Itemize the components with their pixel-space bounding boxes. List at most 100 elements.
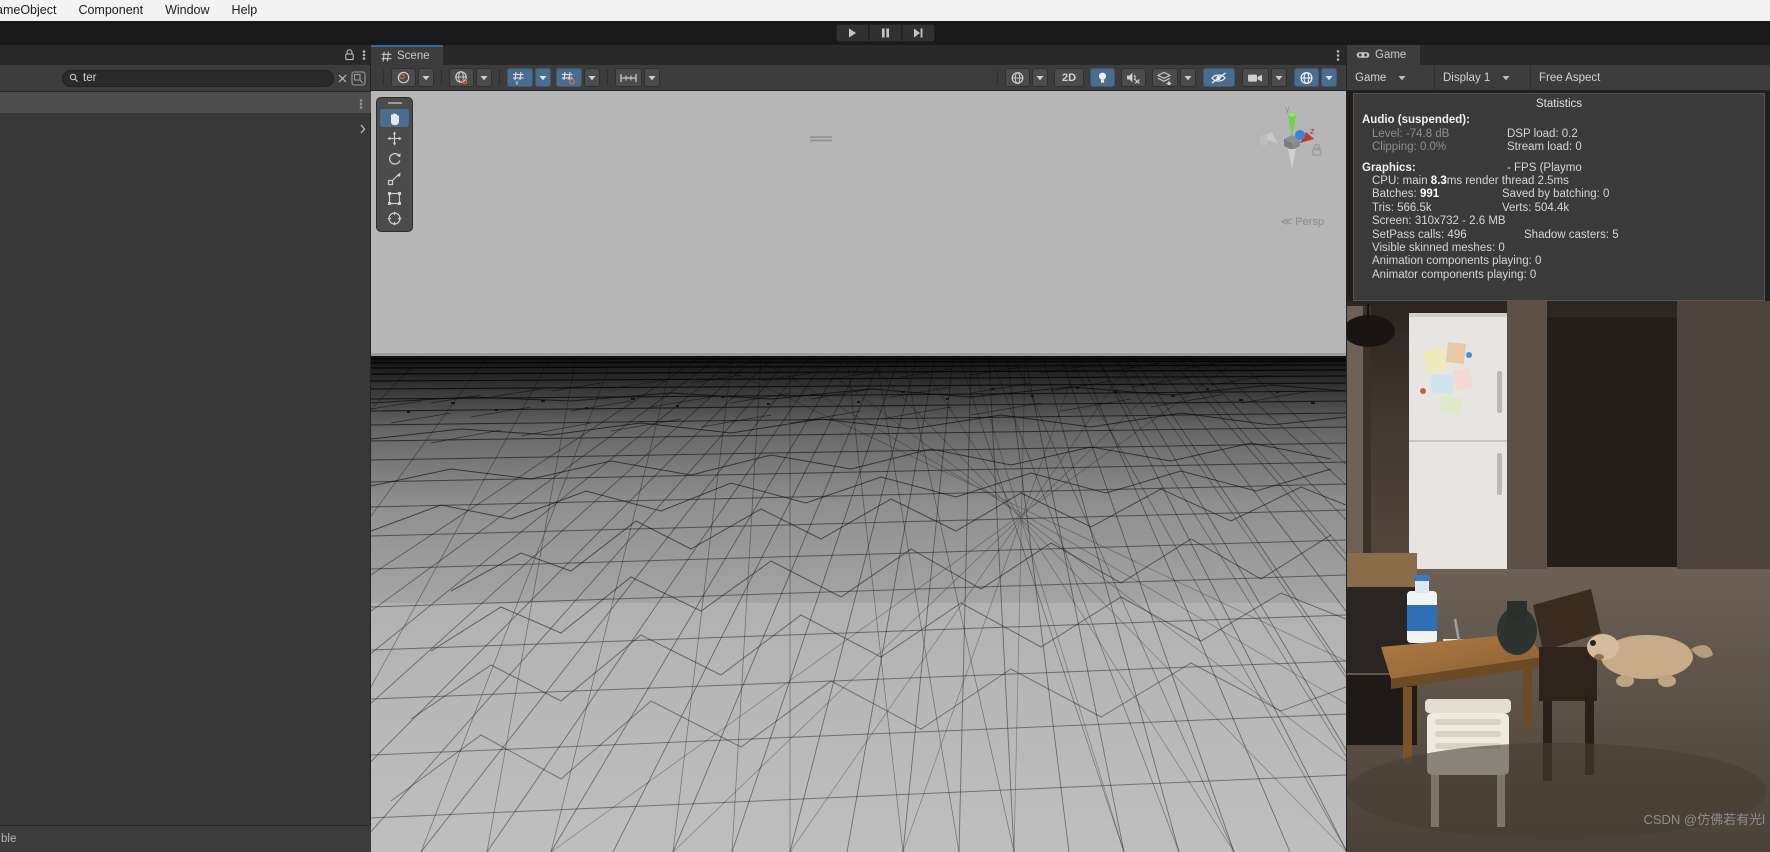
game-target-label: Game [1355,71,1387,84]
lock-icon[interactable] [344,49,355,61]
clear-search-icon[interactable] [338,74,347,83]
scene-kebab-icon[interactable] [1336,49,1340,62]
rect-transform-tool[interactable] [380,189,409,207]
eye-off-icon [1210,71,1226,84]
menu-help[interactable]: Help [221,0,269,21]
display-dropdown[interactable]: Display 1 [1435,64,1531,91]
playmode-controls [835,24,935,42]
hierarchy-tabbar [0,45,370,65]
batches-prefix: Batches: [1372,188,1420,201]
pause-icon [881,28,889,38]
globe-icon [455,70,468,84]
play-icon [848,28,856,38]
play-button[interactable] [835,24,869,42]
scene-visibility-arrow[interactable] [1032,68,1048,87]
toggle-2d-label: 2D [1061,71,1077,84]
scale-tool[interactable] [380,169,409,187]
scene-view-tools [376,97,413,232]
scene-visibility-eye[interactable] [1203,68,1235,87]
hierarchy-expand-arrow[interactable] [357,120,367,138]
setpass-stat: SetPass calls: 496 Shadow casters: 5 [1362,229,1756,242]
transform-combined-tool[interactable] [380,209,409,227]
menu-component[interactable]: Component [67,0,154,21]
scene-view-camera-mode[interactable] [449,68,474,87]
scene-viewport[interactable]: y z x ≪ Persp [371,91,1346,852]
fx-dropdown[interactable] [1152,68,1178,87]
snap-increment-group [615,68,660,87]
fx-layers-icon [1157,71,1172,85]
gizmos-arrow[interactable] [1321,68,1337,87]
saved-by-batching: Saved by batching: 0 [1502,188,1610,201]
move-tool[interactable] [380,129,409,147]
fx-arrow[interactable] [1180,68,1196,87]
draw-mode-group [391,68,434,87]
toolbar-separator [997,70,998,85]
snap-increment-arrow[interactable] [644,68,660,87]
game-view[interactable]: Statistics Audio (suspended): Level: -74… [1347,91,1770,852]
game-target-dropdown[interactable]: Game [1347,64,1435,91]
scene-camera-arrow[interactable] [476,68,492,87]
gizmo-lock-icon[interactable] [1311,143,1324,157]
display-label: Display 1 [1443,71,1491,84]
perspective-label[interactable]: ≪ Persp [1281,215,1324,228]
save-search-icon[interactable] [351,70,366,86]
kebab-menu-icon[interactable] [362,48,366,62]
animator-components: Animator components playing: 0 [1372,268,1537,281]
hand-tool[interactable] [380,109,409,127]
rotate-tool[interactable] [380,149,409,167]
gizmo-axis-y-label: y [1285,104,1290,114]
transform-combined-icon [387,211,402,225]
search-icon [69,73,79,83]
svg-text:y: y [516,80,519,85]
gizmos-toggle[interactable] [1294,68,1319,87]
grid-snap-toggle[interactable] [556,68,582,87]
aspect-dropdown[interactable]: Free Aspect [1531,65,1608,91]
draw-mode-arrow[interactable] [418,68,434,87]
scene-grid-icon [381,51,392,61]
search-value: ter [83,72,97,84]
tab-scene[interactable]: Scene [371,45,443,65]
camera-arrow[interactable] [1271,68,1287,87]
pause-button[interactable] [868,24,902,42]
menu-bar: ameObject Component Window Help [0,0,1770,21]
scene-visibility-toggle[interactable] [1005,68,1030,87]
view-tools-drag-handle[interactable] [387,102,402,104]
toggle-scene-lighting[interactable] [1090,68,1115,87]
search-input[interactable]: ter [62,69,334,87]
gizmo-globe-icon [1300,71,1313,84]
grid-arrow[interactable] [535,68,551,87]
fx-group [1152,68,1196,87]
gizmo-axis-z-label: z [1310,126,1315,136]
grid-snap-group [556,68,600,87]
hierarchy-panel: ter ble [0,45,371,852]
cpu-prefix: CPU: main [1372,175,1431,188]
toolbar-separator [499,70,500,85]
menu-gameobject[interactable]: ameObject [0,0,67,21]
toggle-2d-view[interactable]: 2D [1054,68,1084,87]
toggle-audio[interactable] [1121,68,1146,87]
status-bar-text: ble [1,833,17,845]
hierarchy-selected-row[interactable] [0,92,371,113]
visible-skinned-meshes: Visible skinned meshes: 0 [1372,242,1505,255]
snap-increment-toggle[interactable] [615,68,642,87]
camera-icon [1248,74,1262,82]
menu-window[interactable]: Window [154,0,220,21]
animation-components: Animation components playing: 0 [1372,255,1542,268]
grid-visibility-toggle[interactable]: y [507,68,533,87]
step-button[interactable] [901,24,935,42]
hierarchy-body-kebab-icon[interactable] [356,97,366,111]
camera-overlay[interactable] [1242,68,1269,87]
cpu-stat: CPU: main 8.3ms render thread 2.5ms [1362,175,1756,188]
batches-value: 991 [1419,188,1440,201]
orientation-gizmo[interactable]: y z x [1248,99,1326,177]
gamepad-icon [1356,52,1370,58]
draw-mode-dropdown[interactable] [391,68,416,87]
overlay-drag-handle[interactable] [809,135,833,143]
dsp-load: DSP load: 0.2 [1507,127,1578,140]
game-tabbar: Game [1347,45,1770,65]
grid-snap-arrow[interactable] [584,68,600,87]
grid-group: y [507,68,551,87]
hierarchy-tree[interactable] [0,92,371,832]
tab-game[interactable]: Game [1347,45,1421,65]
chevron-down-icon [588,75,596,80]
